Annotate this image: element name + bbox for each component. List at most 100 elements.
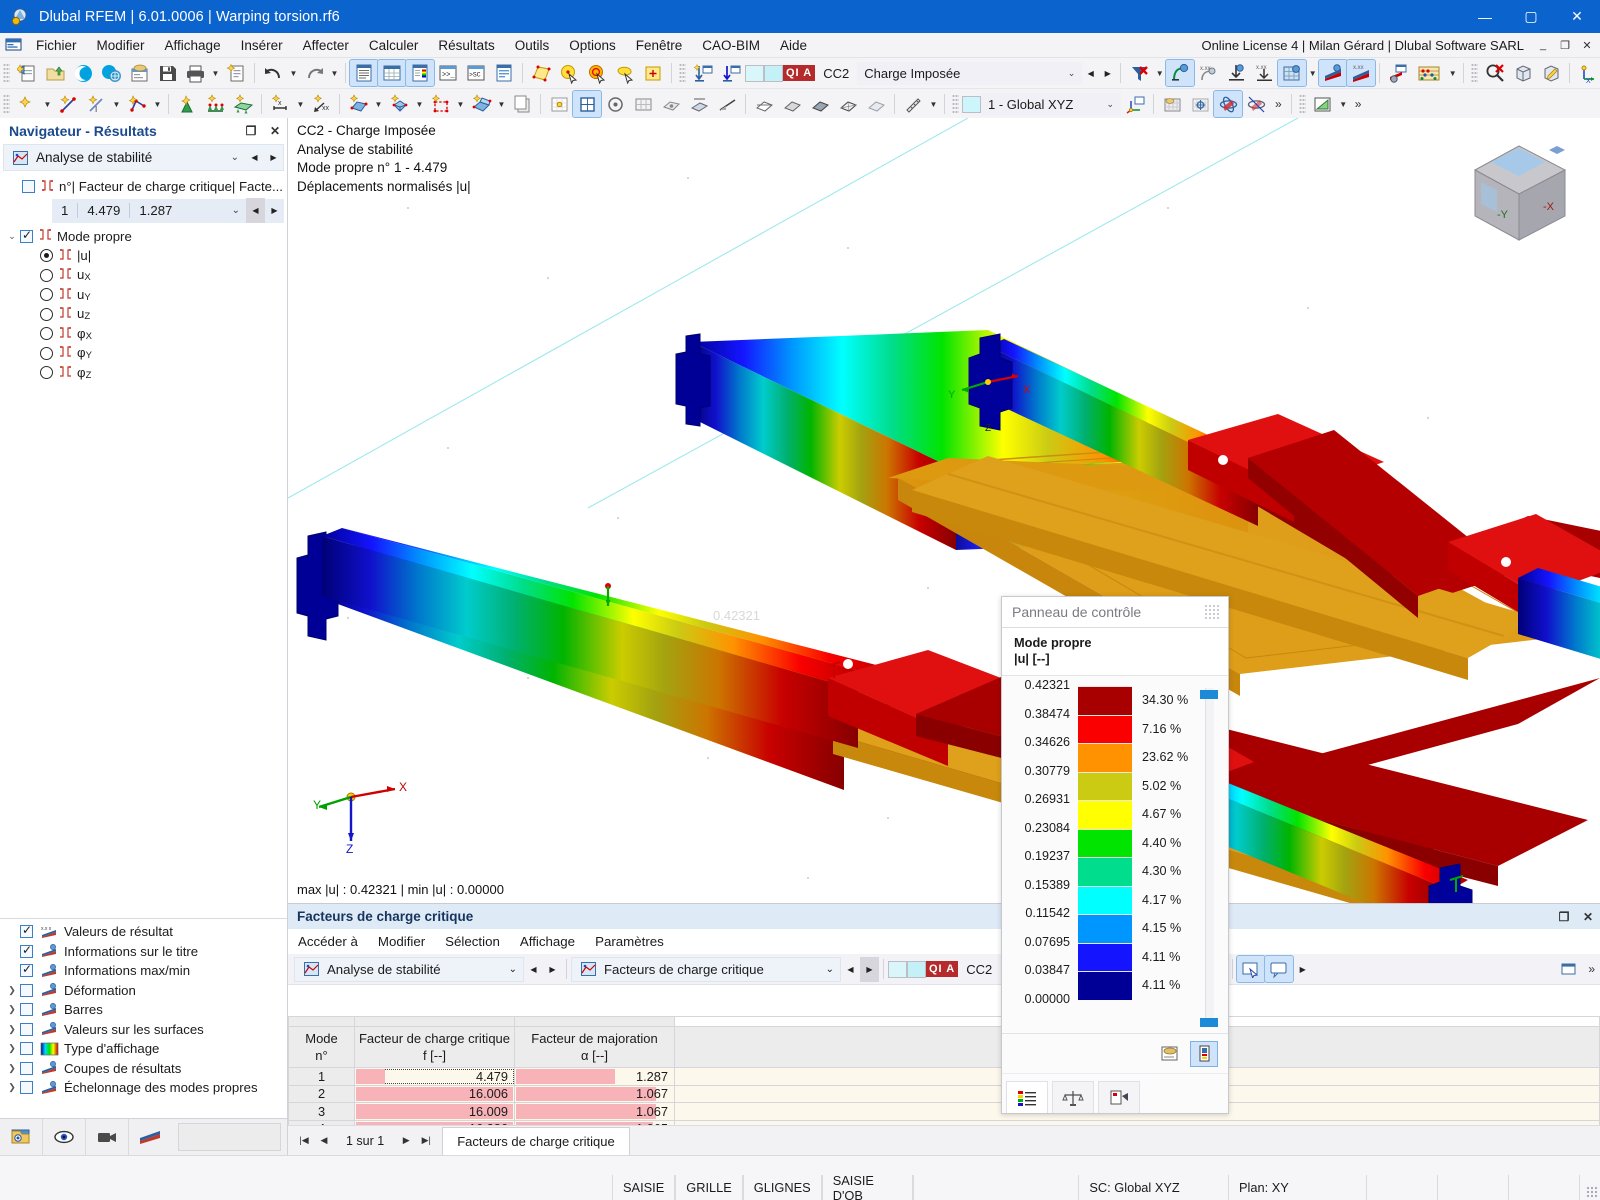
option-checkbox-6[interactable] xyxy=(20,1042,33,1056)
undo-icon[interactable] xyxy=(259,60,287,86)
menu-resultats[interactable]: Résultats xyxy=(428,33,504,58)
minimize-button[interactable]: — xyxy=(1462,0,1508,33)
expander-3[interactable]: ❯ xyxy=(4,985,20,996)
grid-snap-icon[interactable] xyxy=(629,91,657,117)
new-dimension-angle-icon[interactable]: xx xyxy=(307,91,335,117)
expander-6[interactable]: ❯ xyxy=(4,1043,20,1054)
table-row[interactable]: 3 16.009 1.067 xyxy=(288,1102,1600,1121)
cell-amplification-1[interactable]: 1.067 xyxy=(514,1084,675,1103)
new-line-icon[interactable] xyxy=(54,91,82,117)
toolbar2-grip[interactable] xyxy=(3,94,10,114)
mode-component-3[interactable]: uZ xyxy=(0,305,287,325)
mode-component-6[interactable]: φZ xyxy=(0,363,287,383)
navigator-restore-button[interactable]: ❐ xyxy=(239,124,263,138)
legend-swatch-8[interactable] xyxy=(1078,914,1132,943)
component-radio-4[interactable] xyxy=(40,327,53,341)
new-surface-set-icon[interactable] xyxy=(467,91,495,117)
toolbar2-grip-2[interactable] xyxy=(952,94,959,114)
menu-aide[interactable]: Aide xyxy=(770,33,817,58)
new-surface-set-caret-icon[interactable]: ▼ xyxy=(495,91,508,117)
control-panel-grip[interactable] xyxy=(1204,604,1220,620)
option-checkbox-5[interactable] xyxy=(20,1022,33,1036)
info-table-icon[interactable] xyxy=(490,60,518,86)
zoom-reset-icon[interactable] xyxy=(1481,60,1509,86)
component-radio-5[interactable] xyxy=(40,346,53,360)
status-toggle-saisie[interactable]: SAISIE xyxy=(612,1175,676,1200)
select-window-icon[interactable] xyxy=(527,60,555,86)
menu-options[interactable]: Options xyxy=(559,33,626,58)
table-select-in-model-icon[interactable] xyxy=(1236,955,1267,983)
hide-results-icon[interactable] xyxy=(1125,60,1153,86)
component-radio-6[interactable] xyxy=(40,366,53,380)
new-surface-caret-icon[interactable]: ▼ xyxy=(372,91,385,117)
table-row[interactable]: 1 4.479 1.287 xyxy=(288,1067,1600,1086)
3d-viewport[interactable]: X Y Z 0.42321 CC2 - Charge Imposée Analy… xyxy=(288,118,1600,903)
table-analysis-combo[interactable]: Analyse de stabilité ⌄ xyxy=(294,956,524,982)
new-report-icon[interactable] xyxy=(222,60,250,86)
chevron-down-icon-4[interactable]: ⌄ xyxy=(232,205,246,216)
rfem-model-icon[interactable] xyxy=(69,60,97,86)
cell-mode-2[interactable]: 3 xyxy=(288,1102,355,1121)
object-snap-icon[interactable] xyxy=(601,91,629,117)
new-node-caret-icon[interactable]: ▼ xyxy=(41,91,54,117)
table-menu-affichage[interactable]: Affichage xyxy=(510,929,585,954)
table-analysis-next[interactable]: ▶ xyxy=(543,957,562,982)
mode-component-0[interactable]: |u| xyxy=(0,246,287,266)
new-node-icon[interactable] xyxy=(13,91,41,117)
cell-amplification-2[interactable]: 1.067 xyxy=(514,1102,675,1121)
table-sheet-tab[interactable]: Facteurs de charge critique xyxy=(442,1127,630,1155)
cell-critical-factor-0[interactable]: 4.479 xyxy=(354,1067,515,1086)
show-deformation-icon[interactable] xyxy=(1165,59,1196,87)
script-icon[interactable]: >SC xyxy=(462,60,490,86)
section-line-icon[interactable] xyxy=(713,91,741,117)
new-solid-caret-icon[interactable]: ▼ xyxy=(413,91,426,117)
cell-mode-0[interactable]: 1 xyxy=(288,1067,355,1086)
save-icon[interactable] xyxy=(153,60,181,86)
toolbar-grip-2[interactable] xyxy=(679,63,686,83)
chevron-down-icon-3[interactable]: ⌄ xyxy=(231,152,245,163)
surface-support-icon[interactable] xyxy=(229,91,257,117)
display-option-2[interactable]: Informations max/min xyxy=(0,961,287,981)
option-checkbox-2[interactable] xyxy=(20,962,33,978)
result-config-icon[interactable] xyxy=(1384,60,1412,86)
view-navigation-cube[interactable]: -Y -X xyxy=(1457,136,1582,256)
menu-inserer[interactable]: Insérer xyxy=(231,33,293,58)
table-menu-acceder[interactable]: Accéder à xyxy=(288,929,368,954)
panel-edit-colors-icon[interactable] xyxy=(1156,1041,1184,1067)
table-result-combo[interactable]: Facteurs de charge critique ⌄ xyxy=(571,956,841,982)
cell-mode-1[interactable]: 2 xyxy=(288,1084,355,1103)
navigator-close-button[interactable]: ✕ xyxy=(263,124,287,138)
chevron-down-icon-6[interactable]: ⌄ xyxy=(509,964,523,975)
cutting-plane-icon[interactable] xyxy=(685,91,713,117)
data-navigator-icon[interactable] xyxy=(349,59,379,87)
analysis-prev-button[interactable]: ◀ xyxy=(245,145,264,170)
toolbar-grip-3[interactable] xyxy=(1471,63,1479,83)
mode-component-2[interactable]: uY xyxy=(0,285,287,305)
option-checkbox-7[interactable] xyxy=(20,1061,33,1075)
render-transparent-icon[interactable] xyxy=(862,91,890,117)
values-support-icon[interactable]: x.xx xyxy=(1250,60,1278,86)
new-dimension-icon[interactable]: x xyxy=(266,91,294,117)
table-toolbar-overflow[interactable]: » xyxy=(1583,962,1600,976)
menu-outils[interactable]: Outils xyxy=(505,33,560,58)
maximize-button[interactable]: ▢ xyxy=(1508,0,1554,33)
status-toggle-glignes[interactable]: GLIGNES xyxy=(742,1175,822,1200)
select-special-icon[interactable] xyxy=(639,60,667,86)
new-opening-caret-icon[interactable]: ▼ xyxy=(454,91,467,117)
hide-results-caret-icon[interactable]: ▼ xyxy=(1153,60,1166,86)
tree-header-row[interactable]: n°| Facteur de charge critique| Facte... xyxy=(0,177,287,197)
display-option-8[interactable]: ❯ Échelonnage des modes propres xyxy=(0,1078,287,1098)
menu-modifier[interactable]: Modifier xyxy=(87,33,155,58)
render-solid-icon[interactable] xyxy=(806,91,834,117)
table-restore-panel-icon[interactable] xyxy=(1555,956,1583,982)
work-plane-icon[interactable] xyxy=(1158,91,1186,117)
expander-5[interactable]: ❯ xyxy=(4,1024,20,1035)
print-icon[interactable] xyxy=(181,60,209,86)
legend-swatch-0[interactable] xyxy=(1078,686,1132,715)
select-circle-icon[interactable] xyxy=(583,60,611,86)
status-toggle-grille[interactable]: GRILLE xyxy=(675,1175,743,1200)
coord-system-edit-icon[interactable] xyxy=(1121,91,1149,117)
load-case-next-button[interactable]: ▶ xyxy=(1099,62,1116,85)
select-lasso-icon[interactable] xyxy=(611,60,639,86)
pager-last-button[interactable]: ▶| xyxy=(416,1135,436,1146)
